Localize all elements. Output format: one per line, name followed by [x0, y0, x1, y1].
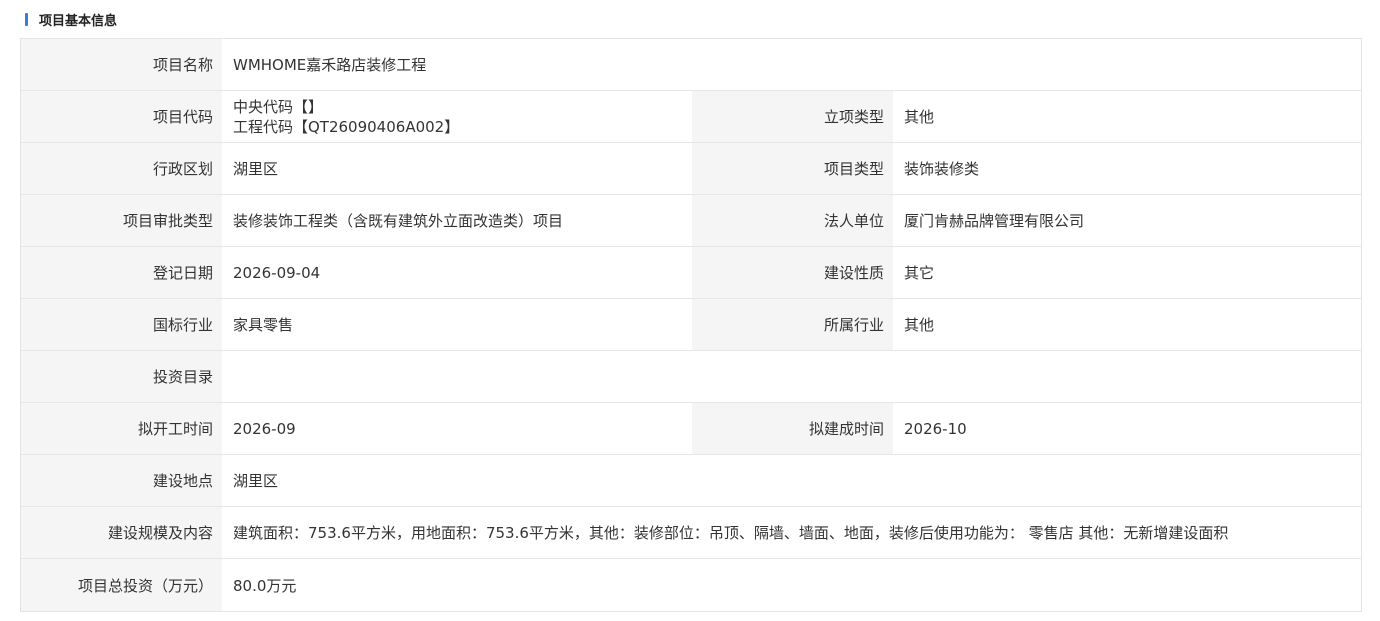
label-location: 建设地点 [21, 455, 222, 506]
value-project-code: 中央代码【】 工程代码【QT26090406A002】 [222, 91, 692, 142]
row-project-code: 项目代码 中央代码【】 工程代码【QT26090406A002】 立项类型 其他 [21, 91, 1361, 143]
row-scale-content: 建设规模及内容 建筑面积：753.6平方米，用地面积：753.6平方米，其他：装… [21, 507, 1361, 559]
label-planned-start: 拟开工时间 [21, 403, 222, 454]
value-national-industry: 家具零售 [233, 316, 294, 334]
label-project-code: 项目代码 [21, 91, 222, 142]
label-review-type: 项目审批类型 [21, 195, 222, 246]
label-investment-catalog: 投资目录 [21, 351, 222, 402]
label-total-investment: 项目总投资（万元） [21, 559, 222, 611]
value-build-nature: 其它 [904, 264, 935, 282]
value-legal-entity: 厦门肯赫品牌管理有限公司 [904, 212, 1085, 230]
project-info-table: 项目名称 WMHOME嘉禾路店装修工程 项目代码 中央代码【】 工程代码【QT2… [20, 38, 1362, 612]
row-planned-start: 拟开工时间 2026-09 拟建成时间 2026-10 [21, 403, 1361, 455]
value-project-type: 装饰装修类 [904, 160, 980, 178]
value-district: 湖里区 [233, 160, 279, 178]
label-scale-content: 建设规模及内容 [21, 507, 222, 558]
row-register-date: 登记日期 2026-09-04 建设性质 其它 [21, 247, 1361, 299]
label-district: 行政区划 [21, 143, 222, 194]
row-review-type: 项目审批类型 装修装饰工程类（含既有建筑外立面改造类）项目 法人单位 厦门肯赫品… [21, 195, 1361, 247]
section-title: 项目基本信息 [39, 13, 118, 29]
value-approval-type: 其他 [904, 108, 935, 126]
label-national-industry: 国标行业 [21, 299, 222, 350]
value-planned-completion: 2026-10 [904, 419, 967, 438]
central-code: 中央代码【】 [233, 97, 324, 116]
row-location: 建设地点 湖里区 [21, 455, 1361, 507]
label-industry: 所属行业 [692, 299, 893, 350]
label-legal-entity: 法人单位 [692, 195, 893, 246]
label-register-date: 登记日期 [21, 247, 222, 298]
section-accent-bar [25, 12, 28, 26]
label-build-nature: 建设性质 [692, 247, 893, 298]
label-approval-type: 立项类型 [692, 91, 893, 142]
label-project-name: 项目名称 [21, 39, 222, 90]
value-total-investment: 80.0万元 [233, 576, 297, 595]
value-review-type: 装修装饰工程类（含既有建筑外立面改造类）项目 [233, 212, 564, 230]
value-register-date: 2026-09-04 [233, 263, 321, 282]
label-planned-completion: 拟建成时间 [692, 403, 893, 454]
value-project-name: WMHOME嘉禾路店装修工程 [233, 56, 427, 74]
row-district: 行政区划 湖里区 项目类型 装饰装修类 [21, 143, 1361, 195]
row-investment-catalog: 投资目录 [21, 351, 1361, 403]
value-investment-catalog [222, 351, 1361, 402]
row-national-industry: 国标行业 家具零售 所属行业 其他 [21, 299, 1361, 351]
row-project-name: 项目名称 WMHOME嘉禾路店装修工程 [21, 39, 1361, 91]
value-location: 湖里区 [233, 472, 279, 490]
value-scale-content: 建筑面积：753.6平方米，用地面积：753.6平方米，其他：装修部位：吊顶、隔… [233, 524, 1229, 542]
row-total-investment: 项目总投资（万元） 80.0万元 [21, 559, 1361, 611]
label-project-type: 项目类型 [692, 143, 893, 194]
engineering-code: 工程代码【QT26090406A002】 [233, 117, 460, 136]
value-planned-start: 2026-09 [233, 419, 296, 438]
value-industry: 其他 [904, 316, 935, 334]
section-header: 项目基本信息 [25, 9, 117, 29]
